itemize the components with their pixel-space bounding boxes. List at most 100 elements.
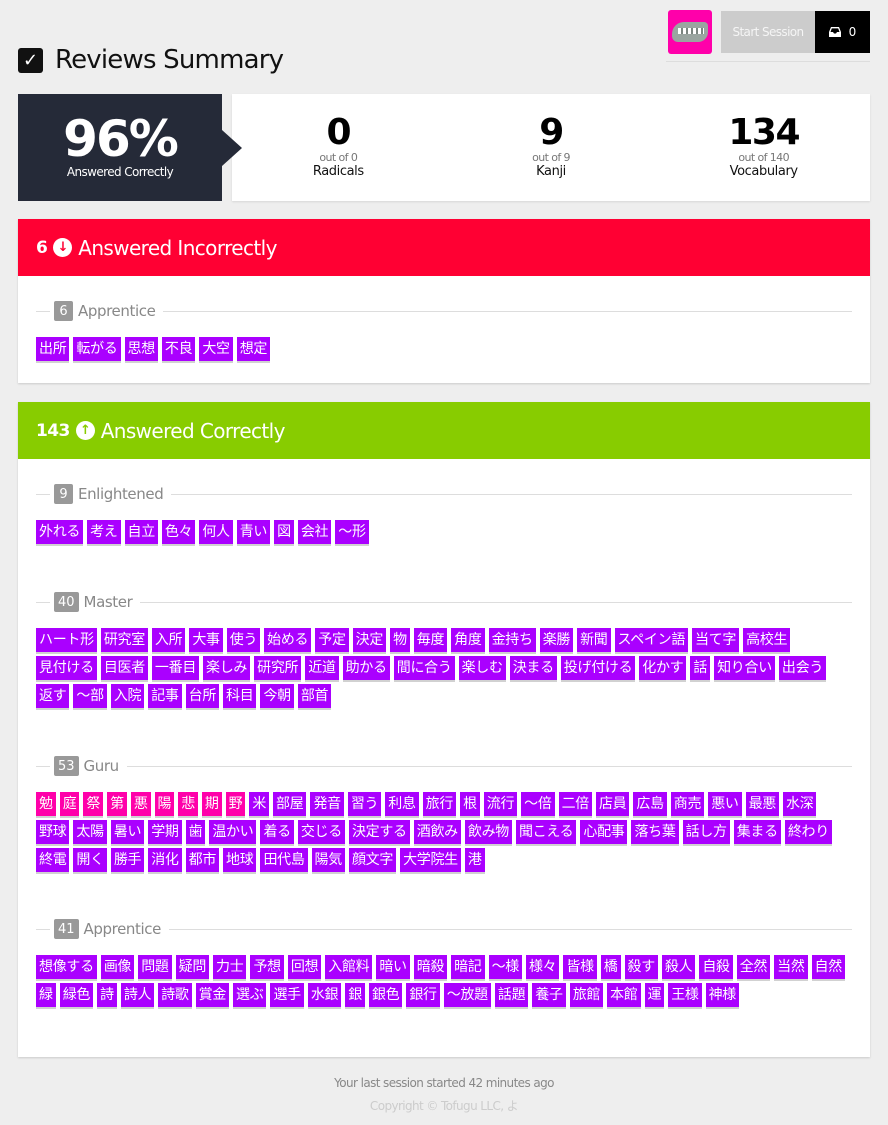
vocab-item[interactable]: 決定 [352, 628, 387, 652]
vocab-item[interactable]: 入院 [110, 684, 145, 708]
inbox-button[interactable]: 0 [815, 11, 870, 53]
vocab-item[interactable]: 想定 [236, 337, 271, 361]
vocab-item[interactable]: 商売 [670, 792, 705, 816]
vocab-item[interactable]: 発音 [310, 792, 344, 816]
vocab-item[interactable]: 流行 [483, 792, 518, 816]
kanji-item[interactable]: 勉 [36, 792, 56, 816]
vocab-item[interactable]: 物 [390, 628, 410, 652]
vocab-item[interactable]: ハート形 [36, 628, 97, 652]
vocab-item[interactable]: 聞こえる [515, 820, 577, 844]
vocab-item[interactable]: 自立 [124, 520, 158, 544]
vocab-item[interactable]: 最悪 [745, 792, 780, 816]
vocab-item[interactable]: 広島 [633, 792, 667, 816]
start-session-button[interactable]: Start Session [721, 11, 815, 53]
vocab-item[interactable]: 回想 [287, 955, 322, 979]
vocab-item[interactable]: 使う [226, 628, 261, 652]
vocab-item[interactable]: 詩 [97, 983, 117, 1007]
vocab-item[interactable]: 開く [73, 848, 107, 872]
vocab-item[interactable]: 二倍 [558, 792, 592, 816]
vocab-item[interactable]: 記事 [148, 684, 182, 708]
vocab-item[interactable]: スペイン語 [614, 628, 689, 652]
vocab-item[interactable]: 入所 [151, 628, 186, 652]
vocab-item[interactable]: 殺す [624, 955, 658, 979]
vocab-item[interactable]: 外れる [36, 520, 84, 544]
vocab-item[interactable]: 心配事 [580, 820, 628, 844]
vocab-item[interactable]: 〜形 [335, 520, 369, 544]
vocab-item[interactable]: 楽しむ [458, 656, 506, 680]
vocab-item[interactable]: 殺人 [661, 955, 696, 979]
vocab-item[interactable]: 間に合う [393, 656, 455, 680]
vocab-item[interactable]: 利息 [385, 792, 419, 816]
vocab-item[interactable]: 皆様 [563, 955, 597, 979]
vocab-item[interactable]: 当然 [774, 955, 808, 979]
vocab-item[interactable]: 暗殺 [413, 955, 448, 979]
vocab-item[interactable]: 部首 [297, 684, 332, 708]
vocab-item[interactable]: 大空 [199, 337, 233, 361]
vocab-item[interactable]: 疑問 [175, 955, 210, 979]
vocab-item[interactable]: 高校生 [743, 628, 791, 652]
vocab-item[interactable]: 暗記 [451, 955, 485, 979]
vocab-item[interactable]: 返す [36, 684, 70, 708]
kanji-item[interactable]: 野 [225, 792, 246, 816]
vocab-item[interactable]: 緑 [36, 983, 56, 1007]
vocab-item[interactable]: 転がる [73, 337, 121, 361]
vocab-item[interactable]: 出会う [778, 656, 827, 680]
vocab-item[interactable]: 交じる [297, 820, 345, 844]
vocab-item[interactable]: 港 [464, 848, 485, 872]
vocab-item[interactable]: 新聞 [577, 628, 611, 652]
vocab-item[interactable]: 地球 [223, 848, 257, 872]
vocab-item[interactable]: 始める [264, 628, 312, 652]
vocab-item[interactable]: 酒飲み [413, 820, 461, 844]
vocab-item[interactable]: 図 [274, 520, 294, 544]
vocab-item[interactable]: 近道 [305, 656, 339, 680]
vocab-item[interactable]: 毎度 [413, 628, 448, 652]
vocab-item[interactable]: 楽しみ [203, 656, 251, 680]
kanji-item[interactable]: 期 [201, 792, 222, 816]
vocab-item[interactable]: 暑い [110, 820, 145, 844]
vocab-item[interactable]: 助かる [342, 656, 390, 680]
vocab-item[interactable]: 部屋 [273, 792, 307, 816]
kanji-item[interactable]: 庭 [59, 792, 80, 816]
vocab-item[interactable]: 話題 [494, 983, 529, 1007]
vocab-item[interactable]: 詩歌 [158, 983, 192, 1007]
vocab-item[interactable]: 〜部 [73, 684, 107, 708]
vocab-item[interactable]: 科目 [223, 684, 257, 708]
vocab-item[interactable]: 養子 [532, 983, 566, 1007]
vocab-item[interactable]: 顔文字 [348, 848, 397, 872]
vocab-item[interactable]: 学期 [148, 820, 182, 844]
vocab-item[interactable]: 画像 [100, 955, 135, 979]
vocab-item[interactable]: 色々 [161, 520, 196, 544]
vocab-item[interactable]: 詩人 [120, 983, 155, 1007]
vocab-item[interactable]: 太陽 [73, 820, 107, 844]
vocab-item[interactable]: 金持ち [488, 628, 536, 652]
vocab-item[interactable]: 消化 [148, 848, 182, 872]
vocab-item[interactable]: 水銀 [307, 983, 342, 1007]
vocab-item[interactable]: 落ち葉 [631, 820, 679, 844]
vocab-item[interactable]: 楽勝 [539, 628, 574, 652]
vocab-item[interactable]: 全然 [736, 955, 771, 979]
kanji-item[interactable]: 悪 [130, 792, 151, 816]
vocab-item[interactable]: 選手 [270, 983, 304, 1007]
vocab-item[interactable]: 決まる [509, 656, 557, 680]
vocab-item[interactable]: 〜放題 [443, 983, 491, 1007]
vocab-item[interactable]: 決定する [348, 820, 410, 844]
kanji-item[interactable]: 陽 [154, 792, 175, 816]
vocab-item[interactable]: 陽気 [311, 848, 345, 872]
vocab-item[interactable]: 見付ける [36, 656, 97, 680]
vocab-item[interactable]: 店員 [595, 792, 630, 816]
vocab-item[interactable]: 終わり [784, 820, 832, 844]
vocab-item[interactable]: 野球 [36, 820, 70, 844]
vocab-item[interactable]: 歯 [185, 820, 206, 844]
vocab-item[interactable]: 着る [260, 820, 294, 844]
vocab-item[interactable]: 緑色 [59, 983, 94, 1007]
vocab-item[interactable]: 銀色 [368, 983, 403, 1007]
vocab-item[interactable]: 橋 [600, 955, 621, 979]
vocab-item[interactable]: 自殺 [699, 955, 733, 979]
vocab-item[interactable]: 悪い [708, 792, 742, 816]
vocab-item[interactable]: 投げ付ける [560, 656, 636, 680]
vocab-item[interactable]: 都市 [185, 848, 220, 872]
vocab-item[interactable]: 大学院生 [400, 848, 461, 872]
vocab-item[interactable]: 銀 [345, 983, 365, 1007]
vocab-item[interactable]: 化かす [639, 656, 687, 680]
vocab-item[interactable]: 予定 [315, 628, 349, 652]
